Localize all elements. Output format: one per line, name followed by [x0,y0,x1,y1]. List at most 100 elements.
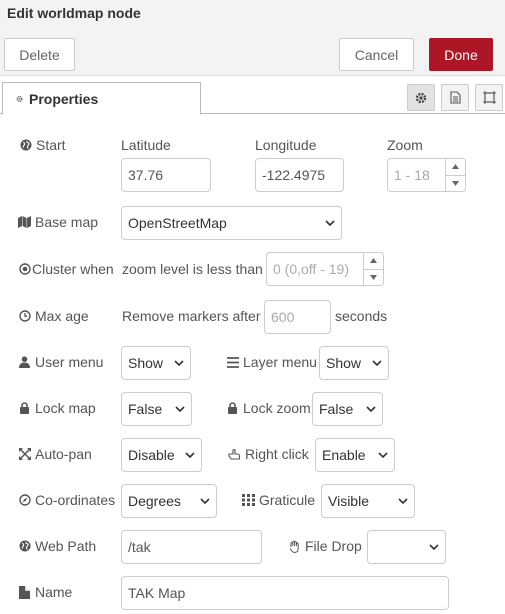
web-path-input[interactable] [121,530,262,564]
chevron-down-icon [366,404,376,414]
gear-icon [16,92,29,105]
file-drop-select[interactable] [367,530,446,564]
coordinates-label-text: Co-ordinates [35,492,116,508]
max-age-label-text: Max age [35,308,89,324]
web-path-label: Web Path [18,538,96,554]
dialog-title: Edit worldmap node [7,5,141,21]
auto-pan-select[interactable]: Disable [121,438,202,472]
cluster-stepper[interactable] [266,252,384,286]
zoom-decrement-icon[interactable] [446,176,465,192]
node-settings-button[interactable] [407,84,435,111]
max-age-unit: seconds [335,308,388,324]
node-appearance-button[interactable] [475,84,503,111]
longitude-input[interactable] [255,158,344,192]
cluster-decrement-icon[interactable] [364,270,383,286]
right-click-label: Right click [228,446,309,462]
coordinates-select[interactable]: Degrees [121,484,217,518]
globe-icon [18,540,31,553]
done-button[interactable]: Done [429,38,493,71]
chevron-down-icon [185,450,195,460]
lock-icon [18,402,31,415]
auto-pan-value: Disable [128,447,175,463]
latitude-label: Latitude [121,137,171,153]
base-map-select[interactable]: OpenStreetMap [121,206,342,240]
name-label-text: Name [35,584,73,600]
auto-pan-label-text: Auto-pan [35,446,92,462]
lock-zoom-select[interactable]: False [312,392,383,426]
chevron-down-icon [372,358,382,368]
lock-zoom-value: False [319,401,354,417]
user-menu-select[interactable]: Show [121,346,191,380]
hand-paper-icon [288,540,301,553]
frame-icon [482,91,496,104]
cluster-label: Cluster when [18,261,114,277]
zoom-label: Zoom [387,137,423,153]
lock-icon [226,402,239,415]
lock-map-select[interactable]: False [121,392,192,426]
max-age-label: Max age [18,308,89,324]
base-map-label: Base map [18,214,98,230]
globe-icon [19,139,32,152]
cluster-label-text: Cluster when [32,261,114,277]
file-drop-label: File Drop [288,538,362,554]
cluster-increment-icon[interactable] [364,253,383,270]
cluster-description: zoom level is less than [122,261,263,277]
layer-menu-label-text: Layer menu [243,354,317,370]
lock-zoom-label-text: Lock zoom [243,400,311,416]
user-menu-label: User menu [18,354,103,370]
compass-icon [18,494,31,507]
layer-menu-value: Show [326,355,362,371]
name-label: Name [18,584,72,600]
right-click-select[interactable]: Enable [315,438,395,472]
dot-circle-icon [18,263,31,276]
chevron-down-icon [325,218,335,228]
coordinates-value: Degrees [128,493,181,509]
graticule-label-text: Graticule [259,492,316,508]
zoom-increment-icon[interactable] [446,159,465,176]
cancel-button[interactable]: Cancel [339,38,414,71]
map-icon [18,216,31,229]
hand-pointer-icon [228,448,241,461]
tab-bar: Properties [0,81,505,115]
right-click-label-text: Right click [245,446,309,462]
layer-menu-select[interactable]: Show [319,346,389,380]
chevron-down-icon [200,496,210,506]
right-click-value: Enable [322,447,366,463]
file-icon [18,585,31,599]
max-age-input[interactable] [264,300,331,334]
clock-icon [18,310,31,323]
gear-icon [415,91,428,104]
zoom-input[interactable] [388,159,445,191]
cluster-input[interactable] [267,253,363,285]
bars-icon [226,356,239,369]
graticule-value: Visible [328,493,369,509]
delete-button[interactable]: Delete [4,38,75,71]
web-path-label-text: Web Path [35,538,97,554]
start-label: Start [19,137,66,153]
max-age-description: Remove markers after [122,308,261,324]
chevron-down-icon [175,404,185,414]
zoom-stepper[interactable] [387,158,466,192]
tab-properties-label: Properties [29,90,99,107]
tab-properties[interactable]: Properties [2,82,201,115]
chevron-down-icon [398,496,408,506]
start-label-text: Start [36,137,66,153]
dialog-header: Edit worldmap node Delete Cancel Done [0,0,505,76]
graticule-label: Graticule [242,492,315,508]
layer-menu-label: Layer menu [226,354,317,370]
node-description-button[interactable] [441,84,469,111]
longitude-label: Longitude [255,137,317,153]
name-input[interactable] [121,576,449,610]
chevron-down-icon [174,358,184,368]
user-menu-value: Show [128,355,164,371]
lock-map-label: Lock map [18,400,96,416]
chevron-down-icon [429,542,439,552]
graticule-select[interactable]: Visible [321,484,415,518]
user-icon [18,356,31,369]
user-menu-label-text: User menu [35,354,104,370]
base-map-value: OpenStreetMap [128,215,227,231]
coordinates-label: Co-ordinates [18,492,115,508]
lock-map-label-text: Lock map [35,400,96,416]
latitude-input[interactable] [121,158,211,192]
grid-icon [242,494,255,507]
